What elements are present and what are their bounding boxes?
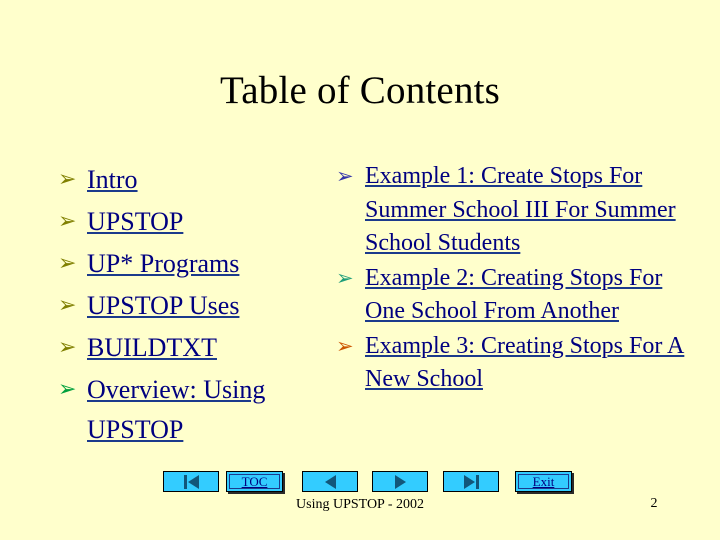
toc-link-overview-using-upstop[interactable]: Overview: Using UPSTOP bbox=[87, 370, 326, 450]
previous-slide-icon bbox=[324, 474, 336, 489]
toc-right-column: ➢ Example 1: Create Stops For Summer Sch… bbox=[336, 160, 698, 398]
toc-link-up-programs[interactable]: UP* Programs bbox=[87, 244, 326, 284]
arrow-bullet-icon: ➢ bbox=[58, 167, 77, 192]
toc-link-buildtxt[interactable]: BUILDTXT bbox=[87, 328, 326, 368]
toc-link-intro[interactable]: Intro bbox=[87, 160, 326, 200]
toc-link-upstop-uses[interactable]: UPSTOP Uses bbox=[87, 286, 326, 326]
exit-button-label: Exit bbox=[532, 474, 555, 489]
arrow-bullet-icon: ➢ bbox=[336, 265, 354, 290]
slide-canvas: Table of Contents ➢ Intro ➢ UPSTOP ➢ UP*… bbox=[0, 0, 720, 540]
toc-left-column: ➢ Intro ➢ UPSTOP ➢ UP* Programs ➢ UPSTOP… bbox=[58, 160, 326, 452]
arrow-bullet-icon: ➢ bbox=[58, 293, 77, 318]
list-item[interactable]: ➢ UPSTOP Uses bbox=[58, 286, 326, 326]
toc-link-upstop[interactable]: UPSTOP bbox=[87, 202, 326, 242]
navigation-bar: TOC Exit bbox=[0, 471, 720, 497]
arrow-bullet-icon: ➢ bbox=[58, 335, 77, 360]
list-item[interactable]: ➢ UPSTOP bbox=[58, 202, 326, 242]
footer-text: Using UPSTOP - 2002 bbox=[296, 497, 424, 512]
toc-button[interactable]: TOC bbox=[226, 471, 283, 492]
last-slide-icon bbox=[463, 474, 479, 489]
exit-button[interactable]: Exit bbox=[515, 471, 572, 492]
next-slide-icon bbox=[394, 474, 406, 489]
list-item[interactable]: ➢ Example 3: Creating Stops For A New Sc… bbox=[336, 330, 698, 397]
list-item[interactable]: ➢ Overview: Using UPSTOP bbox=[58, 370, 326, 450]
arrow-bullet-icon: ➢ bbox=[58, 251, 77, 276]
page-title: Table of Contents bbox=[219, 69, 501, 112]
arrow-bullet-icon: ➢ bbox=[336, 164, 354, 188]
toc-link-example-2[interactable]: Example 2: Creating Stops For One School… bbox=[365, 262, 698, 329]
next-slide-button[interactable] bbox=[372, 471, 428, 492]
arrow-bullet-icon: ➢ bbox=[58, 377, 77, 402]
first-slide-button[interactable] bbox=[163, 471, 219, 492]
list-item[interactable]: ➢ Example 2: Creating Stops For One Scho… bbox=[336, 262, 698, 329]
list-item[interactable]: ➢ Example 1: Create Stops For Summer Sch… bbox=[336, 160, 698, 261]
page-number: 2 bbox=[650, 496, 658, 511]
last-slide-button[interactable] bbox=[443, 471, 499, 492]
toc-button-label: TOC bbox=[241, 474, 268, 489]
list-item[interactable]: ➢ BUILDTXT bbox=[58, 328, 326, 368]
list-item[interactable]: ➢ UP* Programs bbox=[58, 244, 326, 284]
toc-link-example-3[interactable]: Example 3: Creating Stops For A New Scho… bbox=[365, 330, 698, 397]
arrow-bullet-icon: ➢ bbox=[58, 209, 77, 234]
first-slide-icon bbox=[183, 474, 199, 489]
list-item[interactable]: ➢ Intro bbox=[58, 160, 326, 200]
toc-link-example-1[interactable]: Example 1: Create Stops For Summer Schoo… bbox=[365, 160, 698, 261]
arrow-bullet-icon: ➢ bbox=[336, 333, 354, 358]
previous-slide-button[interactable] bbox=[302, 471, 358, 492]
